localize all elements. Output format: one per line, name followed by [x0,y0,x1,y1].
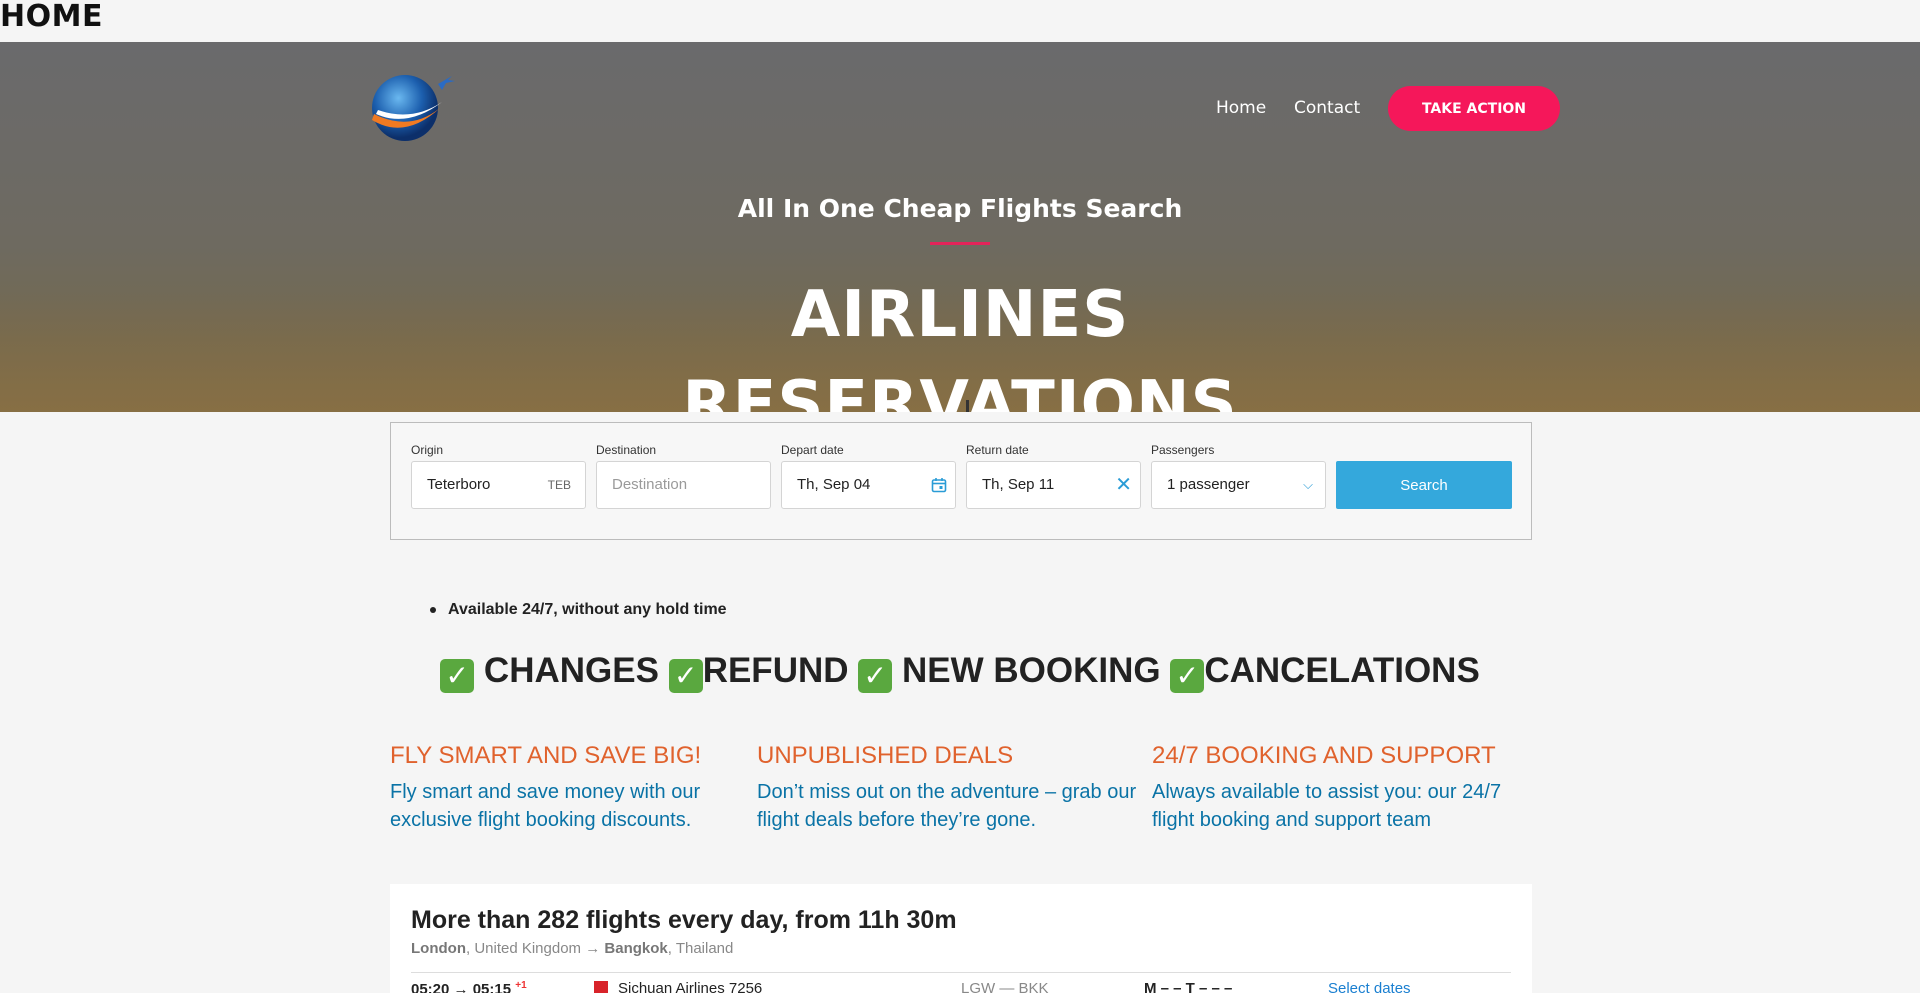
depart-date-label: Depart date [781,443,844,457]
feature-cancelations: CANCELATIONS [1204,651,1480,690]
from-country: , United Kingdom → [465,940,605,957]
from-city: London [411,940,466,957]
feature-refund: REFUND [702,651,849,690]
origin-code: TEB [547,478,571,492]
origin-value: Teterboro [427,476,491,493]
hero-banner: Home Contact TAKE ACTION All In One Chea… [0,42,1920,412]
flight-times-value: 05:20 → 05:15 [411,981,512,993]
flights-card: More than 282 flights every day, from 11… [390,884,1532,993]
feature-column-2: UNPUBLISHED DEALS Don’t miss out on the … [757,742,1142,834]
to-city: Bangkok [604,940,668,957]
hero-divider [930,242,990,245]
flights-heading: More than 282 flights every day, from 11… [411,906,957,934]
feature-column-1: FLY SMART AND SAVE BIG! Fly smart and sa… [390,742,730,834]
availability-bullet: Available 24/7, without any hold time [430,601,727,618]
chevron-down-icon: ⌵ [1303,477,1313,492]
flight-airline: Sichuan Airlines 7256 [594,980,762,993]
check-icon: ✓ [1170,659,1205,693]
to-country: , Thailand [667,940,734,957]
column-text: Always available to assist you: our 24/7… [1152,781,1502,831]
nav-contact-link[interactable]: Contact [1294,98,1360,118]
hero-title: AIRLINES RESERVATIONS [0,270,1920,412]
flight-times: 05:20 → 05:15 +1 [411,980,527,993]
return-date-input[interactable]: Th, Sep 11 ✕ [966,461,1141,509]
feature-changes: CHANGES [483,651,659,690]
flight-route: LGW — BKK [961,980,1049,993]
check-icon: ✓ [858,659,893,693]
destination-label: Destination [596,443,657,457]
nav-home-link[interactable]: Home [1216,98,1266,118]
globe-plane-logo[interactable] [360,68,460,148]
column-title: FLY SMART AND SAVE BIG! [390,742,702,769]
divider [411,972,1511,973]
column-text: Don’t miss out on the adventure – grab o… [757,781,1137,831]
hero-title-line2: RESERVATIONS [682,368,1238,412]
column-title: UNPUBLISHED DEALS [757,742,1014,769]
destination-placeholder: Destination [612,476,688,493]
passengers-select[interactable]: 1 passenger ⌵ [1151,461,1326,509]
page-heading: HOME [0,0,103,34]
check-icon: ✓ [440,659,475,693]
hero-subtitle: All In One Cheap Flights Search [737,194,1183,223]
hero-title-line1: AIRLINES [790,278,1130,352]
feature-new-booking: NEW BOOKING [901,651,1161,690]
passengers-label: Passengers [1151,443,1215,457]
passengers-value: 1 passenger [1167,476,1250,493]
depart-date-input[interactable]: Th, Sep 04 [781,461,956,509]
select-dates-link[interactable]: Select dates [1328,980,1411,993]
return-date-value: Th, Sep 11 [982,476,1055,493]
flight-search-form: Origin Teterboro TEB Destination Destina… [390,422,1532,540]
feature-column-3: 24/7 BOOKING AND SUPPORT Always availabl… [1152,742,1532,834]
depart-date-value: Th, Sep 04 [797,476,871,493]
search-button[interactable]: Search [1336,461,1512,509]
column-text: Fly smart and save money with our exclus… [390,781,701,831]
clear-icon[interactable]: ✕ [1115,475,1132,495]
origin-label: Origin [411,443,444,457]
return-date-label: Return date [966,443,1029,457]
calendar-icon[interactable] [931,477,947,493]
take-action-button[interactable]: TAKE ACTION [1388,86,1560,131]
features-row: ✓ CHANGES ✓ REFUND ✓ NEW BOOKING ✓ CANCELA… [0,651,1920,693]
destination-input[interactable]: Destination [596,461,771,509]
origin-input[interactable]: Teterboro TEB [411,461,586,509]
column-title: 24/7 BOOKING AND SUPPORT [1152,742,1496,769]
flight-days: M – – T – – – [1144,980,1233,993]
next-day-badge: +1 [515,980,527,991]
airline-logo-icon [594,981,608,993]
route-summary: London, United Kingdom → Bangkok, Thaila… [411,940,733,957]
airline-name: Sichuan Airlines 7256 [618,980,763,993]
check-icon: ✓ [668,659,703,693]
